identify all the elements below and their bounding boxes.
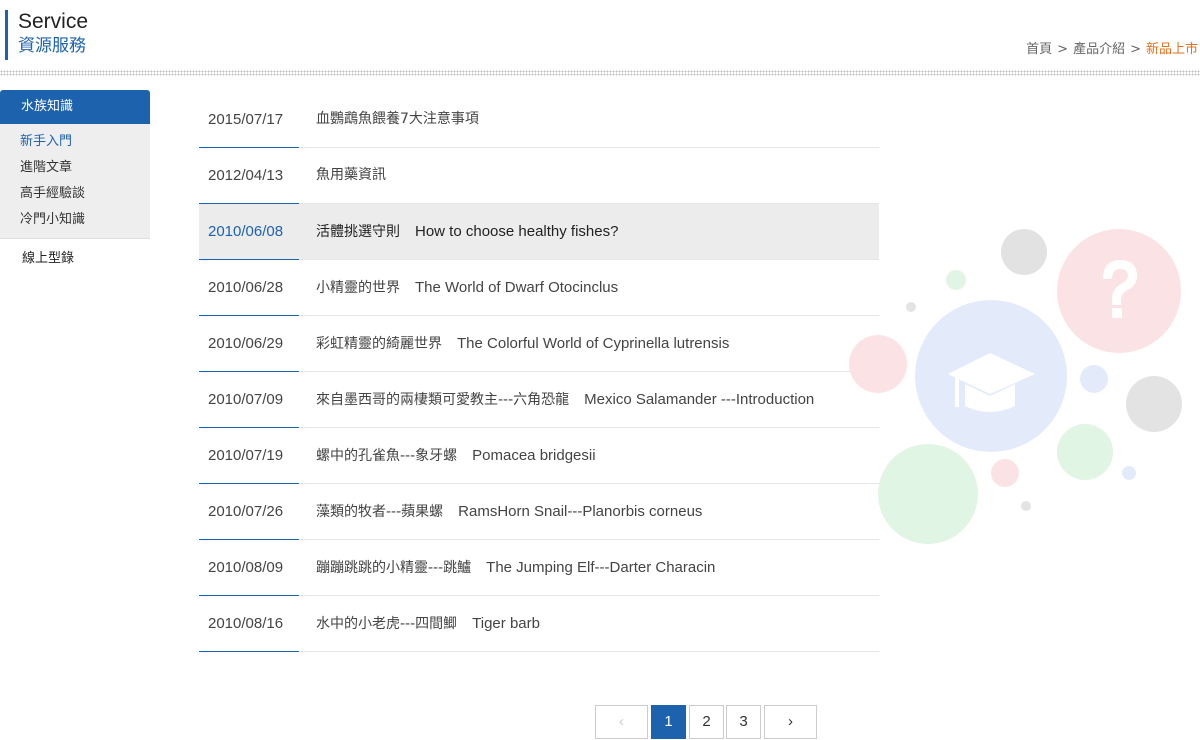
article-date: 2010/07/19 xyxy=(208,447,284,464)
list-item[interactable]: 2010/06/08 活體挑選守則 How to choose healthy f… xyxy=(199,204,879,260)
article-date: 2010/06/08 xyxy=(208,223,284,240)
sidebar-item-advanced[interactable]: 進階文章 xyxy=(0,155,150,181)
article-date: 2010/06/28 xyxy=(208,279,284,296)
breadcrumb-products[interactable]: 產品介紹 xyxy=(1073,42,1125,57)
article-title[interactable]: 蹦蹦跳跳的小精靈---跳鱸 The Jumping Elf---Darter Ch… xyxy=(316,540,715,596)
sidebar-section-aquarium-knowledge[interactable]: 水族知識 xyxy=(0,90,150,124)
page-title-en: Service xyxy=(18,10,89,33)
article-title[interactable]: 藻類的牧者---蘋果螺 RamsHorn Snail---Planorbis co… xyxy=(316,484,702,540)
article-title[interactable]: 彩虹精靈的綺麗世界 The Colorful World of Cyprinell… xyxy=(316,316,729,372)
breadcrumb: 首頁 > 產品介紹 > 新品上市 xyxy=(1026,38,1198,57)
article-date: 2010/06/29 xyxy=(208,335,284,352)
list-item[interactable]: 2010/06/28 小精靈的世界 The World of Dwarf Otoc… xyxy=(199,260,879,316)
list-item[interactable]: 2010/07/09 來自墨西哥的兩棲類可愛教主---六角恐龍 Mexico Sa… xyxy=(199,372,879,428)
pagination-prev-button[interactable]: ‹ xyxy=(595,705,648,739)
list-item[interactable]: 2010/08/16 水中的小老虎---四間鯽 Tiger barb xyxy=(199,596,879,652)
breadcrumb-separator: > xyxy=(1057,42,1069,57)
article-title[interactable]: 來自墨西哥的兩棲類可愛教主---六角恐龍 Mexico Salamander --… xyxy=(316,372,814,428)
page-title: Service 資源服務 xyxy=(5,10,88,60)
page-title-zh: 資源服務 xyxy=(18,36,86,56)
list-item[interactable]: 2010/08/09 蹦蹦跳跳的小精靈---跳鱸 The Jumping Elf-… xyxy=(199,540,879,596)
sidebar-item-beginner[interactable]: 新手入門 xyxy=(0,129,150,155)
list-item[interactable]: 2010/06/29 彩虹精靈的綺麗世界 The Colorful World o… xyxy=(199,316,879,372)
breadcrumb-current: 新品上市 xyxy=(1145,42,1198,57)
article-title[interactable]: 小精靈的世界 The World of Dwarf Otocinclus xyxy=(316,260,618,316)
page-header: Service 資源服務 首頁 > 產品介紹 > 新品上市 xyxy=(0,0,1200,76)
list-item[interactable]: 2010/07/26 藻類的牧者---蘋果螺 RamsHorn Snail---P… xyxy=(199,484,879,540)
breadcrumb-home[interactable]: 首頁 xyxy=(1026,42,1052,57)
decorative-bubbles xyxy=(849,229,1182,544)
list-item[interactable]: 2010/07/19 螺中的孔雀魚---象牙螺 Pomacea bridgesii xyxy=(199,428,879,484)
article-title[interactable]: 魚用藥資訊 xyxy=(316,148,386,203)
article-title[interactable]: 水中的小老虎---四間鯽 Tiger barb xyxy=(316,596,540,652)
article-date: 2012/04/13 xyxy=(208,167,284,184)
pagination-page-1[interactable]: 1 xyxy=(651,705,686,739)
article-date: 2010/07/26 xyxy=(208,503,284,520)
article-date: 2010/08/16 xyxy=(208,615,284,632)
sidebar-submenu: 新手入門 進階文章 高手經驗談 冷門小知識 xyxy=(0,124,150,239)
sidebar-item-trivia[interactable]: 冷門小知識 xyxy=(0,207,150,233)
sidebar-item-expert[interactable]: 高手經驗談 xyxy=(0,181,150,207)
sidebar: 水族知識 新手入門 進階文章 高手經驗談 冷門小知識 線上型錄 xyxy=(0,90,150,269)
article-date: 2015/07/17 xyxy=(208,111,284,128)
article-title[interactable]: 螺中的孔雀魚---象牙螺 Pomacea bridgesii xyxy=(316,428,596,484)
date-underline xyxy=(199,651,299,652)
list-item[interactable]: 2015/07/17 血鸚鵡魚餵養7大注意事項 xyxy=(199,92,879,148)
article-date: 2010/08/09 xyxy=(208,559,284,576)
article-title[interactable]: 血鸚鵡魚餵養7大注意事項 xyxy=(316,92,479,147)
list-item[interactable]: 2012/04/13 魚用藥資訊 xyxy=(199,148,879,204)
sidebar-item-online-catalog[interactable]: 線上型錄 xyxy=(0,249,150,269)
article-date: 2010/07/09 xyxy=(208,391,284,408)
breadcrumb-separator: > xyxy=(1130,42,1141,57)
pagination-next-button[interactable]: › xyxy=(764,705,817,739)
article-title[interactable]: 活體挑選守則 How to choose healthy fishes? xyxy=(316,204,618,260)
pagination-page-2[interactable]: 2 xyxy=(689,705,724,739)
pagination-page-3[interactable]: 3 xyxy=(726,705,761,739)
header-divider xyxy=(0,70,1200,76)
article-list: 2015/07/17 血鸚鵡魚餵養7大注意事項 2012/04/13 魚用藥資訊… xyxy=(199,92,879,652)
